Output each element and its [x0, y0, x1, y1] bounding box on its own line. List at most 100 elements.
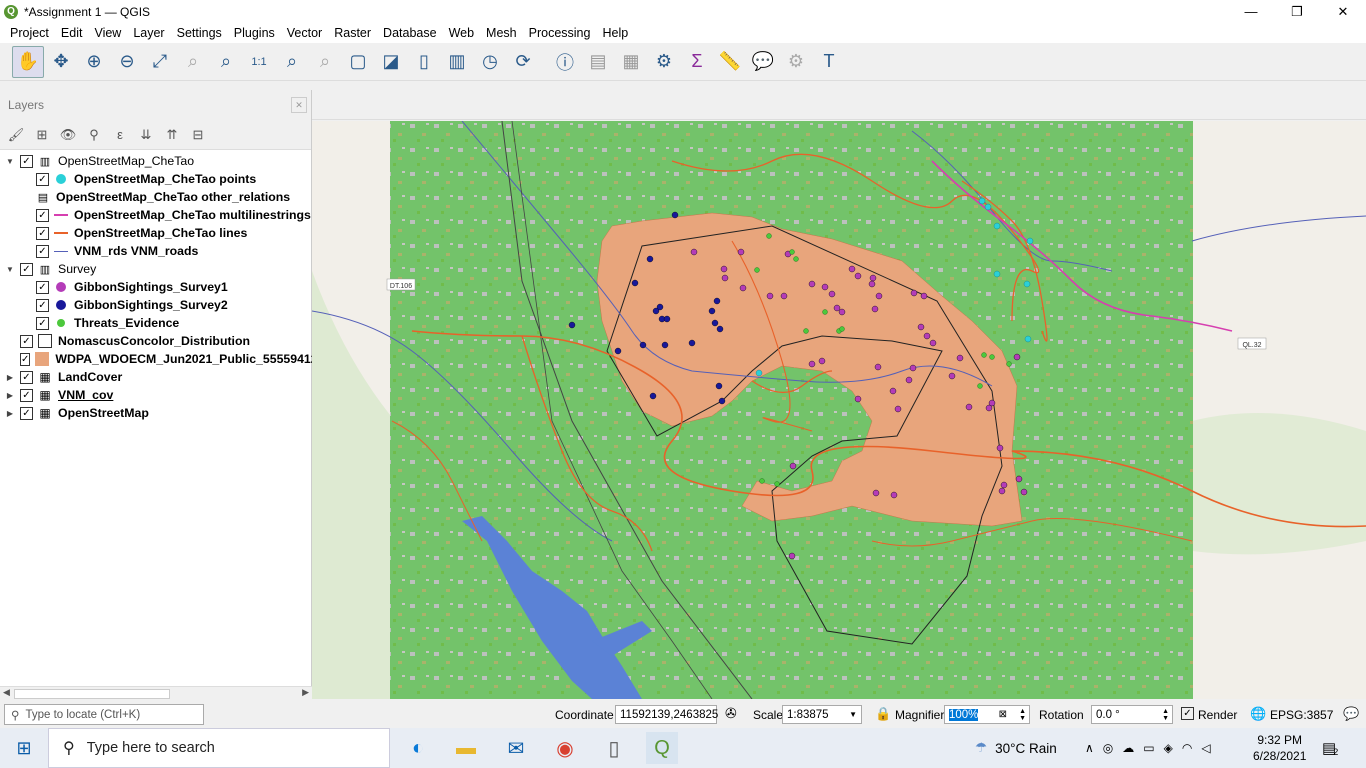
rotation-spinbox[interactable]: 0.0 ° ▲ ▼ — [1091, 705, 1173, 724]
qgis-taskbar-icon[interactable]: Q — [646, 732, 678, 764]
map-tips-icon[interactable]: 💬 — [747, 46, 779, 78]
messages-icon[interactable]: 💬 — [1343, 706, 1359, 722]
menu-vector[interactable]: Vector — [281, 26, 328, 40]
zoom-out-icon[interactable]: ⊖ — [111, 46, 143, 78]
menu-view[interactable]: View — [88, 26, 127, 40]
layer-gibbon-survey1[interactable]: ✓ GibbonSightings_Survey1 — [0, 278, 311, 296]
remove-layer-icon[interactable]: ⊟ — [188, 125, 208, 145]
layer-osm-points[interactable]: ✓ OpenStreetMap_CheTao points — [0, 170, 311, 188]
zoom-last-icon[interactable]: ⌕ — [276, 46, 308, 78]
map-canvas[interactable]: DT.106 QL.32 — [312, 121, 1366, 699]
show-bookmarks-icon[interactable]: ▥ — [441, 46, 473, 78]
new-bookmark-icon[interactable]: ▯ — [408, 46, 440, 78]
layer-group-survey[interactable]: ▼ ✓ ▥ Survey — [0, 260, 311, 278]
layer-checkbox[interactable]: ✓ — [20, 406, 33, 420]
expand-all-icon[interactable]: ⇊ — [136, 125, 156, 145]
panel-close-icon[interactable]: ✕ — [291, 97, 307, 113]
notification-center-icon[interactable]: ▤ 2 — [1322, 728, 1338, 768]
statistical-summary-icon[interactable]: Σ — [681, 46, 713, 78]
coordinate-field[interactable]: 11592139,2463825 — [615, 705, 718, 724]
field-calculator-icon[interactable]: ▦ — [615, 46, 647, 78]
expand-arrow-icon[interactable]: ▶ — [4, 373, 16, 382]
pan-to-selection-icon[interactable]: ✥ — [45, 46, 77, 78]
collapse-arrow-icon[interactable]: ▼ — [4, 265, 16, 274]
map-render[interactable]: DT.106 QL.32 — [312, 121, 1366, 699]
settings-gear-icon[interactable]: ⚙ — [648, 46, 680, 78]
tray-network-icon[interactable]: ◈ — [1164, 741, 1173, 755]
menu-database[interactable]: Database — [377, 26, 443, 40]
notepad-icon[interactable]: ▯ — [598, 732, 630, 764]
menu-edit[interactable]: Edit — [55, 26, 89, 40]
layer-wdpa[interactable]: ✓ WDPA_WDOECM_Jun2021_Public_55559412 — [0, 350, 318, 368]
layer-checkbox[interactable]: ✓ — [20, 388, 33, 402]
tray-onedrive-icon[interactable]: ☁ — [1122, 741, 1134, 755]
refresh-icon[interactable]: ⟳ — [507, 46, 539, 78]
filter-expression-icon[interactable]: ε — [110, 125, 130, 145]
layer-gibbon-survey2[interactable]: ✓ GibbonSightings_Survey2 — [0, 296, 311, 314]
tray-chevron-up-icon[interactable]: ∧ — [1085, 741, 1094, 755]
tray-volume-icon[interactable]: ◁ — [1201, 741, 1210, 755]
tray-display-icon[interactable]: ▭ — [1143, 741, 1154, 755]
style-manager-icon[interactable]: 🖌 — [6, 125, 26, 145]
tray-wifi-icon[interactable]: ◠ — [1182, 741, 1192, 755]
render-checkbox[interactable]: ✓ — [1181, 707, 1194, 720]
file-explorer-icon[interactable]: ▬ — [450, 732, 482, 764]
lock-scale-icon[interactable]: 🔒 — [875, 706, 891, 722]
expand-arrow-icon[interactable]: ▶ — [4, 391, 16, 400]
minimize-button[interactable]: — — [1228, 0, 1274, 23]
taskbar-search-box[interactable]: ⚲ Type here to search — [48, 728, 390, 768]
identify-features-icon[interactable]: ⓘ — [549, 46, 581, 78]
layer-landcover[interactable]: ▶ ✓ ▦ LandCover — [0, 368, 311, 386]
spinner-arrows-icon[interactable]: ▲ ▼ — [1162, 708, 1169, 722]
menu-web[interactable]: Web — [443, 26, 480, 40]
collapse-arrow-icon[interactable]: ▼ — [4, 157, 16, 166]
scale-combobox[interactable]: 1:83875 ▼ — [782, 705, 862, 724]
layer-checkbox[interactable]: ✓ — [20, 352, 31, 366]
layer-threats-evidence[interactable]: ✓ Threats_Evidence — [0, 314, 311, 332]
pan-hand-icon[interactable]: ✋ — [12, 45, 44, 78]
layer-checkbox[interactable]: ✓ — [20, 370, 33, 384]
menu-mesh[interactable]: Mesh — [480, 26, 523, 40]
layer-checkbox[interactable]: ✓ — [20, 154, 33, 168]
layer-nomascus-distribution[interactable]: ✓ NomascusConcolor_Distribution — [0, 332, 311, 350]
layer-osm-multilinestrings[interactable]: ✓ OpenStreetMap_CheTao multilinestrings — [0, 206, 311, 224]
horizontal-scrollbar[interactable]: ◀ ▶ — [0, 686, 312, 700]
zoom-to-layer-icon[interactable]: ⌕ — [210, 46, 242, 78]
edge-browser-icon[interactable]: ◐ — [402, 732, 434, 764]
collapse-all-icon[interactable]: ⇈ — [162, 125, 182, 145]
locator-search[interactable]: ⚲ Type to locate (Ctrl+K) — [4, 704, 204, 725]
annotation-icon[interactable]: ⚙ — [780, 46, 812, 78]
layer-group-openstreetmap-chetao[interactable]: ▼ ✓ ▥ OpenStreetMap_CheTao — [0, 152, 311, 170]
weather-widget[interactable]: ☂ 30°C Rain — [975, 728, 1057, 768]
menu-raster[interactable]: Raster — [328, 26, 377, 40]
layer-openstreetmap[interactable]: ▶ ✓ ▦ OpenStreetMap — [0, 404, 311, 422]
temporal-controller-icon[interactable]: ◷ — [474, 46, 506, 78]
menu-settings[interactable]: Settings — [171, 26, 228, 40]
add-group-icon[interactable]: ⊞ — [32, 125, 52, 145]
layer-checkbox[interactable]: ✓ — [36, 208, 49, 222]
menu-project[interactable]: Project — [4, 26, 55, 40]
layer-checkbox[interactable]: ✓ — [20, 262, 33, 276]
zoom-to-selection-icon[interactable]: ⌕ — [177, 46, 209, 78]
menu-help[interactable]: Help — [596, 26, 634, 40]
toggle-extents-icon[interactable]: ✇ — [725, 705, 737, 722]
epsg-label[interactable]: EPSG:3857 — [1270, 708, 1333, 722]
magnifier-spinbox[interactable]: 100% ⊠ ▲ ▼ — [944, 705, 1030, 724]
layer-osm-other-relations[interactable]: ▤ OpenStreetMap_CheTao other_relations — [0, 188, 311, 206]
layer-checkbox[interactable]: ✓ — [36, 316, 49, 330]
zoom-next-icon[interactable]: ⌕ — [309, 46, 341, 78]
layer-vnm-cov[interactable]: ▶ ✓ ▦ VNM_cov — [0, 386, 311, 404]
layer-checkbox[interactable]: ✓ — [36, 226, 49, 240]
layer-checkbox[interactable]: ✓ — [36, 244, 49, 258]
zoom-in-icon[interactable]: ⊕ — [78, 46, 110, 78]
expand-arrow-icon[interactable]: ▶ — [4, 409, 16, 418]
chrome-icon[interactable]: ◉ — [549, 732, 581, 764]
mail-icon[interactable]: ✉ — [500, 732, 532, 764]
menu-plugins[interactable]: Plugins — [228, 26, 281, 40]
spinner-arrows-icon[interactable]: ▲ ▼ — [1019, 708, 1026, 722]
close-button[interactable]: ✕ — [1320, 0, 1366, 23]
new-map-view-icon[interactable]: ▢ — [342, 46, 374, 78]
new-3d-view-icon[interactable]: ◪ — [375, 46, 407, 78]
open-attribute-table-icon[interactable]: ▤ — [582, 46, 614, 78]
zoom-full-icon[interactable]: ⤢ — [144, 46, 176, 78]
